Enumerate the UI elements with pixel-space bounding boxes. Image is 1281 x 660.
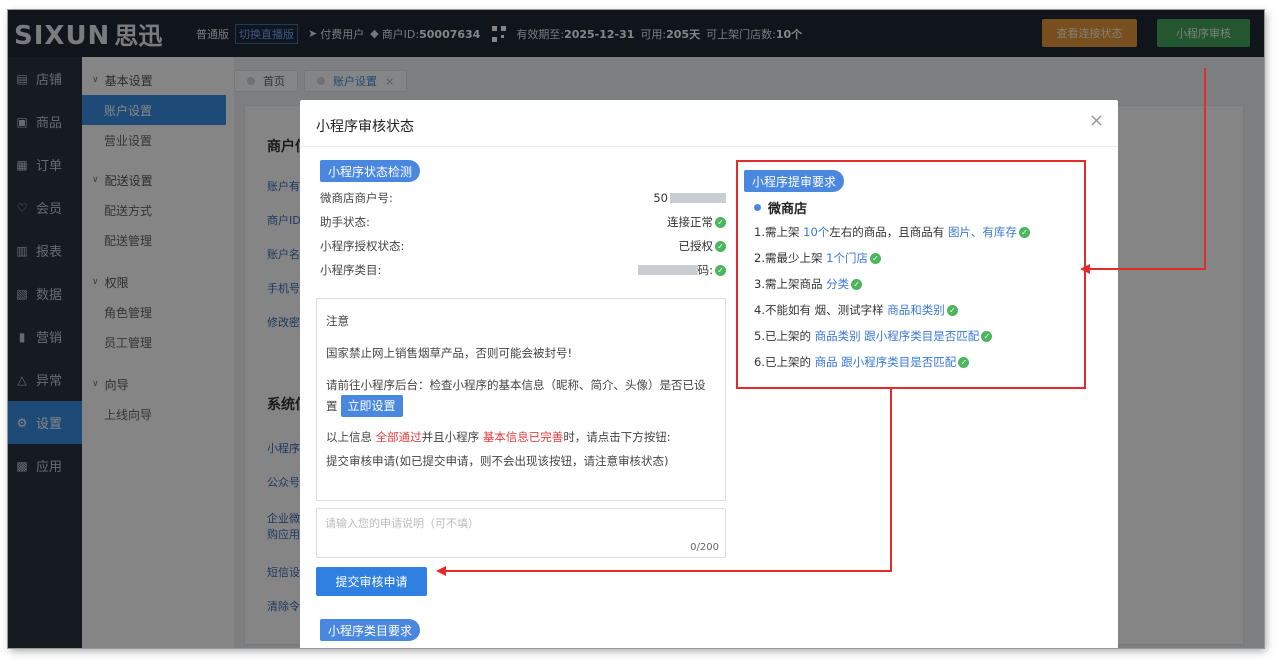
status-value-text: 50	[653, 191, 668, 205]
submit-audit-button[interactable]: 提交审核申请	[316, 567, 427, 596]
close-icon[interactable]: ×	[1089, 112, 1104, 130]
status-label: 微商店商户号:	[320, 191, 393, 205]
status-value-text: 码:	[697, 263, 713, 277]
status-label: 助手状态:	[320, 215, 370, 229]
status-value-text: 连接正常	[667, 215, 713, 229]
status-row: 微商店商户号: 50	[320, 188, 726, 208]
status-value-text: 已授权	[678, 239, 714, 253]
notice-box: 注意 国家禁止网上销售烟草产品，否则可能会被封号! 请前往小程序后台：检查小程序…	[316, 298, 726, 501]
textarea-placeholder: 请输入您的申请说明（可不填）	[325, 517, 479, 530]
category-section-label: 小程序类目要求	[320, 619, 421, 641]
notice-condition: 以上信息 全部通过并且小程序 基本信息已完善时，请点击下方按钮:	[326, 430, 671, 444]
requirement-4: 4.不能如有 烟、测试字样 商品和类别 ✓	[754, 302, 958, 318]
heading-text: 微商店	[768, 202, 808, 217]
application-note-input[interactable]: 请输入您的申请说明（可不填） 0/200	[316, 508, 726, 558]
check-icon: ✓	[981, 330, 993, 342]
requirement-2: 2.需最少上架 1个门店 ✓	[754, 250, 881, 266]
check-icon: ✓	[1018, 226, 1030, 238]
requirements-heading: 微商店	[754, 198, 807, 217]
check-icon: ✓	[715, 216, 726, 228]
status-row: 助手状态: 连接正常 ✓	[320, 212, 726, 232]
annotation-arrow-line	[890, 388, 892, 572]
check-icon: ✓	[946, 304, 958, 316]
requirement-3: 3.需上架商品 分类 ✓	[754, 276, 863, 292]
status-row: 小程序类目: 码: ✓	[320, 260, 726, 280]
requirements-section-label: 小程序提审要求	[744, 170, 845, 192]
requirement-5: 5.已上架的 商品类别 跟小程序类目是否匹配 ✓	[754, 328, 993, 344]
status-check-section-label: 小程序状态检测	[320, 160, 421, 182]
status-row: 小程序授权状态: 已授权 ✓	[320, 236, 726, 256]
check-icon: ✓	[869, 252, 881, 264]
status-value: 50	[653, 191, 726, 205]
check-icon: ✓	[715, 264, 726, 276]
char-counter: 0/200	[690, 542, 719, 553]
notice-submit-hint: 提交审核申请(如已提交申请，则不会出现该按钮，请注意审核状态)	[326, 454, 669, 468]
status-label: 小程序类目:	[320, 263, 382, 277]
status-value: 连接正常 ✓	[667, 214, 726, 230]
check-icon: ✓	[851, 278, 863, 290]
arrow-left-icon	[436, 566, 446, 576]
app-window: SIXUN 思迅 普通版 切换直播版 ➤ 付费用户 ◆ 商户ID:5000763…	[8, 10, 1264, 648]
notice-instruction: 请前往小程序后台：检查小程序的基本信息（昵称、简介、头像）是否已设置 立即设置	[326, 375, 716, 417]
bullet-icon	[754, 204, 761, 211]
check-icon: ✓	[958, 356, 970, 368]
annotation-arrow-line	[444, 570, 892, 572]
divider	[300, 146, 1118, 147]
redacted-value	[670, 193, 726, 203]
notice-title: 注意	[326, 314, 349, 328]
audit-requirements-highlight: 小程序提审要求 微商店 1.需上架 10个 左右的商品，且商品有 图片、有库存 ✓ …	[736, 160, 1086, 389]
status-label: 小程序授权状态:	[320, 239, 405, 253]
redacted-value	[637, 265, 698, 275]
dialog-title: 小程序审核状态	[316, 119, 414, 135]
check-icon: ✓	[715, 240, 726, 252]
requirement-6: 6.已上架的 商品 跟小程序类目是否匹配 ✓	[754, 354, 970, 370]
arrow-left-icon	[1080, 264, 1090, 274]
audit-status-dialog: 小程序审核状态 × 小程序状态检测 微商店商户号: 50 助手状态: 连接正常 ✓ 小程序…	[300, 100, 1118, 648]
status-value: 已授权 ✓	[678, 238, 726, 254]
annotation-arrow-line	[1088, 268, 1206, 270]
set-now-button[interactable]: 立即设置	[340, 395, 403, 417]
requirement-1: 1.需上架 10个 左右的商品，且商品有 图片、有库存 ✓	[754, 224, 1030, 240]
status-value: 码: ✓	[636, 262, 726, 278]
annotation-arrow-line	[1204, 68, 1206, 270]
notice-warning: 国家禁止网上销售烟草产品，否则可能会被封号!	[326, 346, 573, 360]
